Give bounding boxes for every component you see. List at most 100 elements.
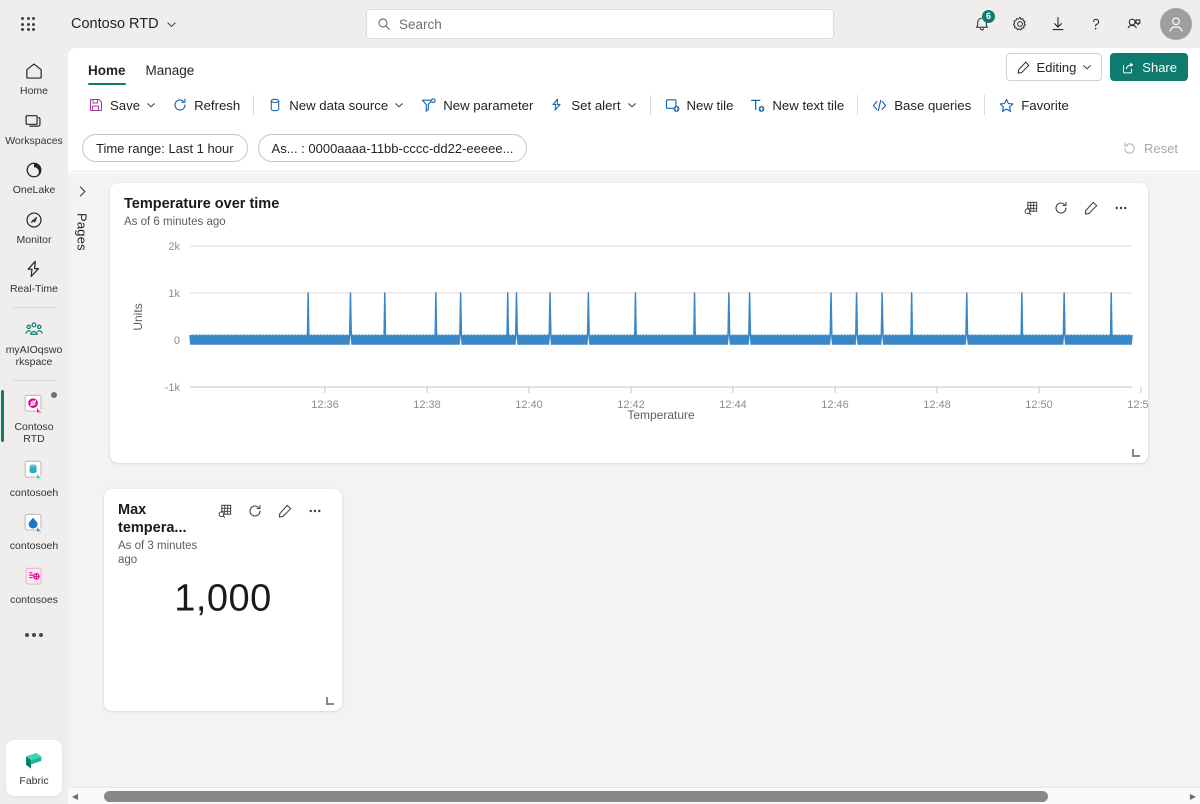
favorite-label: Favorite (1021, 98, 1069, 113)
asset-parameter-pill[interactable]: As... : 0000aaaa-11bb-cccc-dd22-eeeee... (258, 134, 528, 162)
sidebar-item-real-time[interactable]: Real-Time (2, 252, 66, 300)
favorite-button[interactable]: Favorite (990, 90, 1077, 120)
unsaved-dot-icon (51, 392, 57, 398)
chart-legend[interactable]: Temperature (632, 447, 714, 449)
explore-data-icon[interactable] (212, 498, 238, 524)
scrollbar-thumb[interactable] (104, 791, 1048, 802)
workspaces-icon (23, 110, 45, 132)
tab-manage[interactable]: Manage (136, 57, 205, 85)
pages-expand-button[interactable] (76, 185, 89, 203)
tile-header: Temperature over time As of 6 minutes ag… (110, 183, 1148, 229)
fabric-logo-icon (21, 749, 47, 773)
sidebar-item-home[interactable]: Home (2, 54, 66, 102)
command-divider (984, 95, 985, 115)
tile-resize-handle[interactable] (326, 696, 335, 705)
explore-data-icon[interactable] (1018, 195, 1044, 221)
edit-pencil-icon (1016, 60, 1031, 75)
fabric-home-button[interactable]: Fabric (6, 740, 62, 796)
horizontal-scrollbar[interactable]: ◀ ▶ (68, 787, 1200, 804)
refresh-button[interactable]: Refresh (164, 90, 248, 120)
rail-more-icon[interactable] (2, 618, 66, 652)
fabric-label: Fabric (19, 775, 48, 788)
eventstream-icon (21, 511, 47, 537)
workspace-people-icon (23, 319, 45, 341)
search-icon (377, 17, 391, 31)
bell-icon[interactable]: 6 (964, 6, 1000, 42)
tile-title: Max tempera... (118, 501, 206, 537)
chart-y-tick: -1k (165, 382, 181, 394)
tile-actions (1018, 195, 1134, 221)
share-icon (1121, 60, 1136, 75)
base-queries-label: Base queries (894, 98, 971, 113)
base-queries-button[interactable]: Base queries (863, 90, 979, 120)
time-range-pill-label: Time range: Last 1 hour (96, 141, 234, 156)
command-divider (650, 95, 651, 115)
scroll-right-arrow[interactable]: ▶ (1186, 792, 1200, 801)
tab-manage-label: Manage (146, 63, 195, 78)
tile-title-block: Max tempera... As of 3 minutes ago (118, 501, 206, 567)
top-bar: Contoso RTD Search 6 (0, 0, 1200, 48)
new-text-tile-button[interactable]: New text tile (741, 90, 852, 120)
tile-resize-handle[interactable] (1132, 448, 1141, 457)
scrollbar-track[interactable] (82, 788, 1186, 804)
home-icon (23, 60, 45, 82)
chevron-down-icon[interactable] (627, 100, 637, 110)
tile-temperature-over-time[interactable]: Temperature over time As of 6 minutes ag… (110, 183, 1148, 463)
ribbon-tab-strip: Home Manage Editing (68, 48, 1200, 85)
feedback-icon[interactable] (1116, 6, 1152, 42)
pages-rail: Pages (68, 173, 96, 804)
set-alert-button[interactable]: Set alert (541, 90, 644, 120)
gear-icon[interactable] (1002, 6, 1038, 42)
notification-badge: 6 (982, 10, 995, 23)
save-button[interactable]: Save (80, 90, 164, 120)
top-bar-actions: 6 (964, 0, 1192, 48)
download-icon[interactable] (1040, 6, 1076, 42)
edit-pencil-icon[interactable] (272, 498, 298, 524)
share-label: Share (1142, 60, 1177, 75)
chevron-down-icon (166, 19, 177, 30)
tile-title: Temperature over time (124, 195, 279, 213)
chart-x-tick-label: 12:46 (821, 399, 849, 411)
dashboard-canvas: Pages Temperature over time As of 6 minu… (68, 173, 1200, 804)
more-options-icon[interactable] (302, 498, 328, 524)
refresh-icon[interactable] (1048, 195, 1074, 221)
app-launcher-icon[interactable] (8, 4, 48, 44)
share-button[interactable]: Share (1110, 53, 1188, 81)
tab-home[interactable]: Home (78, 57, 136, 85)
search-box[interactable]: Search (366, 9, 834, 39)
help-icon[interactable] (1078, 6, 1114, 42)
scroll-left-arrow[interactable]: ◀ (68, 792, 82, 801)
chart-x-tick-label: 12:50 (1025, 399, 1053, 411)
command-bar: Save Refresh New data source (68, 85, 1200, 125)
account-avatar[interactable] (1160, 8, 1192, 40)
sidebar-item-contosoeh-eventstream[interactable]: contosoeh (2, 505, 66, 557)
sidebar-item-contosoes-kqldb[interactable]: contosoes (2, 559, 66, 611)
edit-pencil-icon[interactable] (1078, 195, 1104, 221)
tile-max-temperature[interactable]: Max tempera... As of 3 minutes ago (104, 489, 342, 711)
reset-button[interactable]: Reset (1114, 134, 1186, 162)
refresh-icon[interactable] (242, 498, 268, 524)
time-range-pill[interactable]: Time range: Last 1 hour (82, 134, 248, 162)
chevron-down-icon[interactable] (394, 100, 404, 110)
more-options-icon[interactable] (1108, 195, 1134, 221)
app-title-menu[interactable]: Contoso RTD (64, 11, 184, 37)
new-tile-button[interactable]: New tile (656, 90, 742, 120)
temperature-line-chart[interactable]: 2k1k0-1k 12:3612:3812:4012:4212:4412:461… (110, 229, 1148, 449)
chevron-down-icon[interactable] (146, 100, 156, 110)
sidebar-label: Real-Time (10, 283, 58, 296)
new-data-source-button[interactable]: New data source (259, 90, 412, 120)
editing-mode-button[interactable]: Editing (1006, 53, 1103, 81)
tile-title-block: Temperature over time As of 6 minutes ag… (124, 195, 279, 229)
sidebar-item-monitor[interactable]: Monitor (2, 203, 66, 251)
realtime-dashboard-icon (21, 392, 47, 418)
sidebar-item-workspaces[interactable]: Workspaces (2, 104, 66, 152)
sidebar-label: Workspaces (5, 135, 63, 148)
alert-bolt-icon (549, 97, 565, 113)
new-parameter-button[interactable]: New parameter (412, 90, 541, 120)
sidebar-item-myaioqsworkspace[interactable]: myAIOqsworkspace (2, 313, 66, 373)
sidebar-item-contosoeh-eventhouse[interactable]: contosoeh (2, 452, 66, 504)
sidebar-item-onelake[interactable]: OneLake (2, 153, 66, 201)
sidebar-item-contoso-rtd[interactable]: Contoso RTD (2, 386, 66, 450)
chart-y-tick-labels: 2k1k0-1k (165, 241, 181, 394)
app-title-text: Contoso RTD (71, 16, 159, 32)
